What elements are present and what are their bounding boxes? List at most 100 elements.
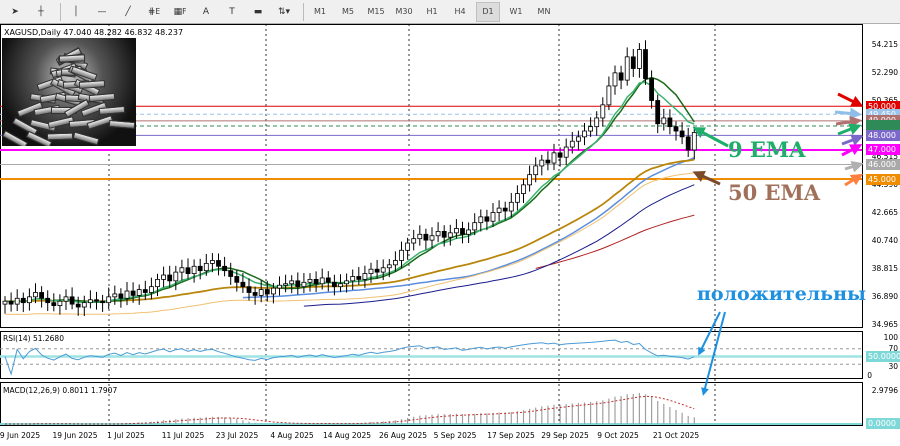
price-tick: 42.665	[871, 207, 898, 217]
candle-body	[142, 289, 148, 293]
date-tick: 19 Jun 2025	[52, 431, 98, 440]
candle-body	[502, 207, 508, 212]
candle-body	[88, 299, 93, 304]
date-tick: 14 Aug 2025	[322, 431, 372, 440]
candle-body	[612, 72, 618, 87]
candle-body	[81, 302, 87, 308]
timeframe-w1[interactable]: W1	[504, 2, 528, 22]
candle-body	[563, 146, 569, 158]
grid-icon[interactable]: ▦ F	[169, 2, 191, 22]
timeframe-m1[interactable]: M1	[308, 2, 332, 22]
candle-body	[325, 277, 331, 283]
candle-body	[643, 49, 648, 80]
rsi-label: RSI(14) 51.2680	[3, 334, 64, 343]
cursor-icon[interactable]: ➤	[4, 2, 26, 22]
candle-body	[685, 136, 691, 151]
arrows-icon[interactable]: ⇅▾	[273, 2, 295, 22]
timeframe-m15[interactable]: M15	[364, 2, 388, 22]
level-arrow-icon	[841, 144, 863, 157]
timeframe-m5[interactable]: M5	[336, 2, 360, 22]
candle-body	[368, 268, 374, 274]
timeframe-group: M1 M5 M15 M30 H1 H4 D1 W1 MN	[308, 1, 560, 22]
text-label-icon[interactable]: T	[221, 2, 243, 22]
candle-body	[57, 300, 63, 306]
candle-body	[136, 289, 142, 296]
date-tick: 29 Sep 2025	[541, 431, 589, 440]
candle-body	[386, 264, 392, 269]
date-tick: 5 Sep 2025	[433, 431, 477, 440]
candle-body	[496, 207, 502, 213]
candle-body	[197, 265, 203, 272]
candle-body	[148, 286, 154, 293]
price-tick: 40.740	[871, 235, 898, 245]
candle-body	[527, 174, 532, 186]
silver-bars-image	[2, 38, 136, 146]
candle-body	[155, 278, 160, 288]
silver-bar-shape	[2, 130, 28, 146]
rsi-tick: 100	[883, 333, 898, 342]
candle-body	[515, 193, 520, 203]
text-icon[interactable]: A	[195, 2, 217, 22]
candle-body	[533, 165, 539, 176]
price-tick: 54.215	[871, 40, 898, 49]
macd-max-label: 2.9796	[871, 386, 898, 395]
candle-body	[33, 292, 38, 298]
candle-body	[551, 152, 557, 164]
candle-body	[478, 216, 484, 224]
price-tick: 52.290	[871, 67, 898, 77]
silver-bar-shape	[72, 131, 100, 146]
rsi-tick: 0	[867, 371, 872, 380]
candle-body	[228, 270, 234, 277]
timeframe-h4[interactable]: H4	[448, 2, 472, 22]
candle-body	[118, 293, 124, 299]
candle-body	[441, 230, 447, 238]
candle-body	[417, 233, 423, 240]
level-label: 47.000	[866, 144, 900, 156]
level-arrow-icon	[837, 92, 864, 107]
candle-body	[313, 278, 319, 285]
level-arrow-icon	[834, 107, 862, 120]
candle-body	[130, 290, 136, 296]
candle-body	[191, 265, 197, 274]
timeframe-m30[interactable]: M30	[392, 2, 416, 22]
candle-body	[270, 287, 276, 295]
vertical-line-icon[interactable]: │	[65, 2, 87, 22]
candle-body	[374, 268, 380, 273]
candle-body	[655, 100, 661, 125]
candle-body	[289, 280, 295, 285]
candle-body	[222, 265, 228, 272]
candle-body	[661, 117, 667, 125]
candle-body	[453, 228, 459, 234]
date-tick: 9 Jun 2025	[0, 431, 41, 440]
rsi-tick: 30	[888, 362, 898, 371]
candle-body	[624, 56, 630, 81]
candle-body	[691, 132, 697, 151]
timeframe-mn[interactable]: MN	[532, 2, 556, 22]
horizontal-line-icon[interactable]: —	[91, 2, 113, 22]
macd-zero-label: 0.0000	[866, 418, 900, 429]
timeframe-d1[interactable]: D1	[476, 1, 500, 22]
date-tick: 23 Jul 2025	[215, 431, 259, 440]
timeframe-h1[interactable]: H1	[420, 2, 444, 22]
date-tick: 26 Aug 2025	[378, 431, 428, 440]
candle-body	[264, 289, 270, 295]
candle-body	[521, 184, 526, 194]
ema9-slow-line	[53, 76, 695, 304]
symbol-info: XAGUSD,Daily 47.040 48.282 46.832 48.237	[4, 28, 184, 37]
candle-body	[252, 292, 258, 296]
candle-body	[51, 302, 57, 306]
candle-body	[209, 260, 215, 264]
date-tick: 17 Sep 2025	[487, 431, 535, 440]
level-label: 48.000	[866, 129, 900, 141]
candle-body	[673, 126, 679, 132]
rectangle-icon[interactable]: ▬	[247, 2, 269, 22]
crosshair-icon[interactable]: ┼	[30, 2, 52, 22]
trendline-icon[interactable]: ╱	[117, 2, 139, 22]
candle-body	[679, 130, 685, 138]
candle-body	[576, 136, 581, 142]
candle-body	[594, 117, 600, 128]
candle-body	[606, 85, 612, 106]
candle-body	[380, 267, 386, 273]
fibonacci-icon[interactable]: ⋕ E	[143, 2, 165, 22]
level-arrow-icon	[844, 161, 864, 173]
